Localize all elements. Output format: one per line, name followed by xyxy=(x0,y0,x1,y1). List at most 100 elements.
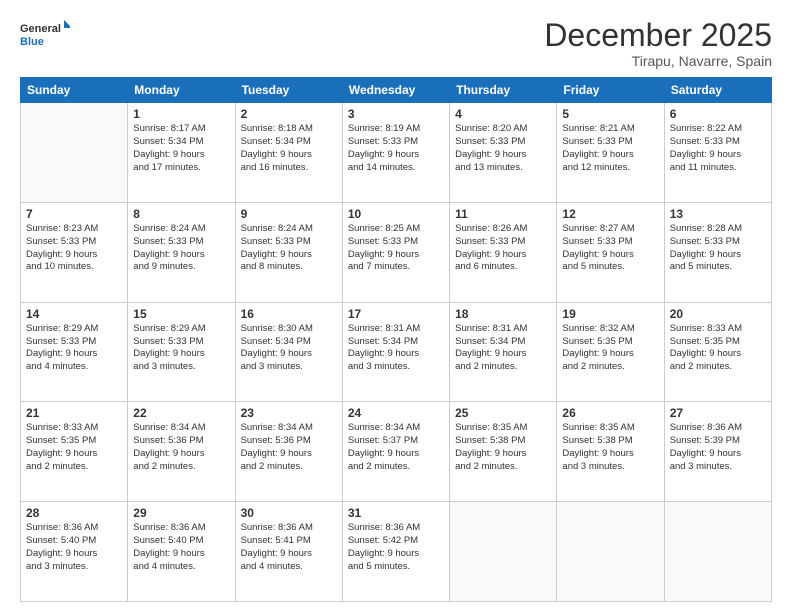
cell-info: Sunrise: 8:34 AMSunset: 5:36 PMDaylight:… xyxy=(241,422,337,473)
calendar-header-saturday: Saturday xyxy=(664,78,771,103)
cell-info: Sunrise: 8:25 AMSunset: 5:33 PMDaylight:… xyxy=(348,223,444,274)
cell-info: Sunrise: 8:29 AMSunset: 5:33 PMDaylight:… xyxy=(133,323,229,374)
day-number: 11 xyxy=(455,207,551,221)
cell-info: Sunrise: 8:20 AMSunset: 5:33 PMDaylight:… xyxy=(455,123,551,174)
page: General Blue December 2025 Tirapu, Navar… xyxy=(0,0,792,612)
day-number: 29 xyxy=(133,506,229,520)
day-number: 30 xyxy=(241,506,337,520)
day-number: 21 xyxy=(26,406,122,420)
cell-info: Sunrise: 8:33 AMSunset: 5:35 PMDaylight:… xyxy=(26,422,122,473)
calendar-cell: 16Sunrise: 8:30 AMSunset: 5:34 PMDayligh… xyxy=(235,302,342,402)
day-number: 1 xyxy=(133,107,229,121)
day-number: 18 xyxy=(455,307,551,321)
cell-info: Sunrise: 8:36 AMSunset: 5:39 PMDaylight:… xyxy=(670,422,766,473)
day-number: 4 xyxy=(455,107,551,121)
title-block: December 2025 Tirapu, Navarre, Spain xyxy=(544,18,772,69)
calendar-week-1: 1 Sunrise: 8:17 AMSunset: 5:34 PMDaylight… xyxy=(21,103,772,203)
cell-info: Sunrise: 8:33 AMSunset: 5:35 PMDaylight:… xyxy=(670,323,766,374)
calendar-cell: 29 Sunrise: 8:36 AMSunset: 5:40 PMDayligh… xyxy=(128,502,235,602)
calendar-cell: 6 Sunrise: 8:22 AMSunset: 5:33 PMDaylight… xyxy=(664,103,771,203)
day-number: 7 xyxy=(26,207,122,221)
calendar-cell: 1 Sunrise: 8:17 AMSunset: 5:34 PMDaylight… xyxy=(128,103,235,203)
calendar-week-4: 21 Sunrise: 8:33 AMSunset: 5:35 PMDayligh… xyxy=(21,402,772,502)
calendar-cell xyxy=(557,502,664,602)
calendar-week-3: 14Sunrise: 8:29 AMSunset: 5:33 PMDayligh… xyxy=(21,302,772,402)
day-number: 15 xyxy=(133,307,229,321)
calendar-cell: 20 Sunrise: 8:33 AMSunset: 5:35 PMDayligh… xyxy=(664,302,771,402)
calendar-cell: 9 Sunrise: 8:24 AMSunset: 5:33 PMDaylight… xyxy=(235,202,342,302)
calendar-week-5: 28Sunrise: 8:36 AMSunset: 5:40 PMDayligh… xyxy=(21,502,772,602)
calendar-cell: 18 Sunrise: 8:31 AMSunset: 5:34 PMDayligh… xyxy=(450,302,557,402)
calendar-table: SundayMondayTuesdayWednesdayThursdayFrid… xyxy=(20,77,772,602)
cell-info: Sunrise: 8:32 AMSunset: 5:35 PMDaylight:… xyxy=(562,323,658,374)
calendar-header-row: SundayMondayTuesdayWednesdayThursdayFrid… xyxy=(21,78,772,103)
cell-info: Sunrise: 8:22 AMSunset: 5:33 PMDaylight:… xyxy=(670,123,766,174)
day-number: 9 xyxy=(241,207,337,221)
calendar-cell: 2Sunrise: 8:18 AMSunset: 5:34 PMDaylight… xyxy=(235,103,342,203)
svg-text:General: General xyxy=(20,23,61,35)
calendar-cell: 14Sunrise: 8:29 AMSunset: 5:33 PMDayligh… xyxy=(21,302,128,402)
calendar-week-2: 7Sunrise: 8:23 AMSunset: 5:33 PMDaylight… xyxy=(21,202,772,302)
day-number: 27 xyxy=(670,406,766,420)
cell-info: Sunrise: 8:31 AMSunset: 5:34 PMDaylight:… xyxy=(348,323,444,374)
calendar-cell: 23 Sunrise: 8:34 AMSunset: 5:36 PMDayligh… xyxy=(235,402,342,502)
cell-info: Sunrise: 8:36 AMSunset: 5:41 PMDaylight:… xyxy=(241,522,337,573)
calendar-cell: 31 Sunrise: 8:36 AMSunset: 5:42 PMDayligh… xyxy=(342,502,449,602)
day-number: 26 xyxy=(562,406,658,420)
calendar-cell: 5Sunrise: 8:21 AMSunset: 5:33 PMDaylight… xyxy=(557,103,664,203)
day-number: 3 xyxy=(348,107,444,121)
cell-info: Sunrise: 8:17 AMSunset: 5:34 PMDaylight:… xyxy=(133,123,229,174)
logo-svg: General Blue xyxy=(20,18,70,50)
calendar-cell: 17 Sunrise: 8:31 AMSunset: 5:34 PMDayligh… xyxy=(342,302,449,402)
day-number: 5 xyxy=(562,107,658,121)
day-number: 19 xyxy=(562,307,658,321)
calendar-cell: 12Sunrise: 8:27 AMSunset: 5:33 PMDayligh… xyxy=(557,202,664,302)
day-number: 13 xyxy=(670,207,766,221)
calendar-cell: 19 Sunrise: 8:32 AMSunset: 5:35 PMDayligh… xyxy=(557,302,664,402)
calendar-cell: 24Sunrise: 8:34 AMSunset: 5:37 PMDayligh… xyxy=(342,402,449,502)
cell-info: Sunrise: 8:36 AMSunset: 5:40 PMDaylight:… xyxy=(133,522,229,573)
calendar-cell: 7Sunrise: 8:23 AMSunset: 5:33 PMDaylight… xyxy=(21,202,128,302)
day-number: 23 xyxy=(241,406,337,420)
calendar-cell: 25Sunrise: 8:35 AMSunset: 5:38 PMDayligh… xyxy=(450,402,557,502)
calendar-cell: 3 Sunrise: 8:19 AMSunset: 5:33 PMDaylight… xyxy=(342,103,449,203)
cell-info: Sunrise: 8:36 AMSunset: 5:42 PMDaylight:… xyxy=(348,522,444,573)
cell-info: Sunrise: 8:19 AMSunset: 5:33 PMDaylight:… xyxy=(348,123,444,174)
calendar-cell: 15 Sunrise: 8:29 AMSunset: 5:33 PMDayligh… xyxy=(128,302,235,402)
cell-info: Sunrise: 8:28 AMSunset: 5:33 PMDaylight:… xyxy=(670,223,766,274)
calendar-cell: 27 Sunrise: 8:36 AMSunset: 5:39 PMDayligh… xyxy=(664,402,771,502)
cell-info: Sunrise: 8:34 AMSunset: 5:37 PMDaylight:… xyxy=(348,422,444,473)
header: General Blue December 2025 Tirapu, Navar… xyxy=(20,18,772,69)
calendar-header-wednesday: Wednesday xyxy=(342,78,449,103)
calendar-header-tuesday: Tuesday xyxy=(235,78,342,103)
month-title: December 2025 xyxy=(544,18,772,53)
day-number: 17 xyxy=(348,307,444,321)
day-number: 2 xyxy=(241,107,337,121)
calendar-header-friday: Friday xyxy=(557,78,664,103)
day-number: 6 xyxy=(670,107,766,121)
calendar-cell: 21 Sunrise: 8:33 AMSunset: 5:35 PMDayligh… xyxy=(21,402,128,502)
calendar-cell: 26 Sunrise: 8:35 AMSunset: 5:38 PMDayligh… xyxy=(557,402,664,502)
cell-info: Sunrise: 8:26 AMSunset: 5:33 PMDaylight:… xyxy=(455,223,551,274)
cell-info: Sunrise: 8:36 AMSunset: 5:40 PMDaylight:… xyxy=(26,522,122,573)
location: Tirapu, Navarre, Spain xyxy=(544,53,772,69)
cell-info: Sunrise: 8:31 AMSunset: 5:34 PMDaylight:… xyxy=(455,323,551,374)
calendar-cell: 4 Sunrise: 8:20 AMSunset: 5:33 PMDaylight… xyxy=(450,103,557,203)
cell-info: Sunrise: 8:35 AMSunset: 5:38 PMDaylight:… xyxy=(455,422,551,473)
calendar-cell: 22 Sunrise: 8:34 AMSunset: 5:36 PMDayligh… xyxy=(128,402,235,502)
cell-info: Sunrise: 8:24 AMSunset: 5:33 PMDaylight:… xyxy=(241,223,337,274)
calendar-cell xyxy=(664,502,771,602)
calendar-cell: 8Sunrise: 8:24 AMSunset: 5:33 PMDaylight… xyxy=(128,202,235,302)
calendar-header-monday: Monday xyxy=(128,78,235,103)
cell-info: Sunrise: 8:29 AMSunset: 5:33 PMDaylight:… xyxy=(26,323,122,374)
calendar-cell xyxy=(21,103,128,203)
day-number: 10 xyxy=(348,207,444,221)
svg-text:Blue: Blue xyxy=(20,36,44,48)
calendar-cell: 30 Sunrise: 8:36 AMSunset: 5:41 PMDayligh… xyxy=(235,502,342,602)
day-number: 20 xyxy=(670,307,766,321)
day-number: 22 xyxy=(133,406,229,420)
cell-info: Sunrise: 8:34 AMSunset: 5:36 PMDaylight:… xyxy=(133,422,229,473)
cell-info: Sunrise: 8:35 AMSunset: 5:38 PMDaylight:… xyxy=(562,422,658,473)
day-number: 31 xyxy=(348,506,444,520)
day-number: 16 xyxy=(241,307,337,321)
